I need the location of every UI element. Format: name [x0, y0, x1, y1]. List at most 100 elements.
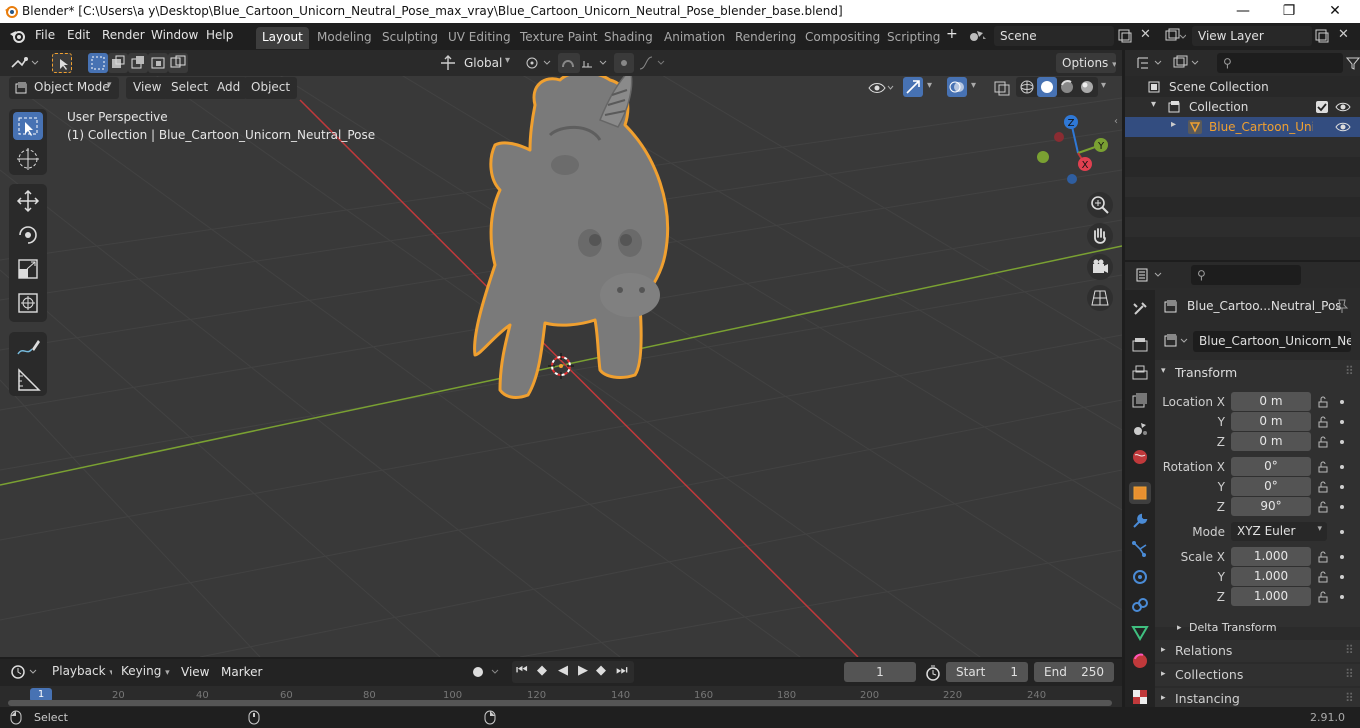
move-tool[interactable]	[13, 187, 43, 215]
object-data-browse-icon[interactable]	[1163, 333, 1193, 349]
tool-tab-icon[interactable]	[1129, 298, 1151, 320]
jump-end-icon[interactable]: ⏭	[616, 663, 628, 678]
xray-toggle-icon[interactable]	[993, 80, 1011, 96]
keyframe-dot-icon[interactable]	[1340, 505, 1344, 509]
output-tab-icon[interactable]	[1129, 362, 1151, 384]
lock-icon[interactable]	[1317, 416, 1329, 428]
unicorn-model[interactable]	[460, 65, 690, 405]
visibility-icon[interactable]	[868, 80, 894, 96]
minimize-button[interactable]: —	[1220, 0, 1266, 23]
keyframe-dot-icon[interactable]	[1340, 555, 1344, 559]
view-layer-field[interactable]: View Layer	[1192, 26, 1312, 46]
mode-extend-icon[interactable]	[108, 53, 128, 73]
particles-tab-icon[interactable]	[1129, 538, 1151, 560]
drag-handle-icon[interactable]: ⠿	[1345, 667, 1354, 681]
world-tab-icon[interactable]	[1129, 446, 1151, 468]
start-frame-field[interactable]: Start 1	[946, 662, 1028, 682]
scale-x-field[interactable]: 1.000	[1231, 547, 1311, 566]
lock-icon[interactable]	[1317, 436, 1329, 448]
timeline-editor-type-icon[interactable]	[10, 663, 40, 681]
tab-shading[interactable]: Shading	[598, 27, 659, 49]
blender-menu-icon[interactable]	[9, 28, 27, 44]
new-view-layer-icon[interactable]	[1314, 28, 1330, 44]
tab-layout[interactable]: Layout	[256, 27, 309, 49]
add-workspace-button[interactable]: +	[946, 26, 958, 42]
properties-editor-type-icon[interactable]	[1135, 267, 1165, 283]
sidebar-toggle-icon[interactable]: ‹	[1114, 116, 1118, 127]
gizmo-toggle-icon[interactable]	[903, 77, 923, 97]
tab-rendering[interactable]: Rendering	[729, 27, 802, 49]
overlay-toggle-icon[interactable]	[947, 77, 967, 97]
menu-render[interactable]: Render	[102, 28, 145, 42]
keyframe-dot-icon[interactable]	[1340, 485, 1344, 489]
camera-view-button[interactable]	[1087, 254, 1113, 280]
outliner-search-input[interactable]: ⚲	[1217, 53, 1343, 73]
mode-set-icon[interactable]	[88, 53, 108, 73]
transform-title[interactable]: Transform	[1175, 365, 1237, 380]
proportional-falloff-icon[interactable]	[638, 55, 668, 71]
keying-menu[interactable]: Keying ▾	[115, 661, 175, 681]
lock-icon[interactable]	[1317, 481, 1329, 493]
stopwatch-icon[interactable]	[924, 664, 942, 682]
rotation-x-field[interactable]: 0°	[1231, 457, 1311, 476]
pin-icon[interactable]	[1335, 298, 1349, 314]
playback-menu[interactable]: Playback ▾	[46, 661, 112, 681]
tab-sculpting[interactable]: Sculpting	[376, 27, 444, 49]
outliner-editor-type-icon[interactable]	[1135, 55, 1165, 71]
transform-tool[interactable]	[13, 289, 43, 317]
delta-expand-icon[interactable]: ▸	[1177, 623, 1182, 633]
properties-search-input[interactable]: ⚲	[1191, 265, 1301, 285]
scene-tab-icon[interactable]	[1129, 418, 1151, 440]
rotation-z-field[interactable]: 90°	[1231, 497, 1311, 516]
mode-invert-icon[interactable]	[148, 53, 168, 73]
rotate-tool[interactable]	[13, 221, 43, 249]
keyframe-dot-icon[interactable]	[1340, 595, 1344, 599]
delete-view-layer-icon[interactable]: ✕	[1338, 27, 1349, 42]
material-tab-icon[interactable]	[1129, 650, 1151, 672]
timeline-ruler[interactable]: 1 20 40 60 80 100 120 140 160 180 200 22…	[0, 686, 1122, 707]
object-data-name-field[interactable]: Blue_Cartoon_Unicorn_Neut...	[1193, 331, 1351, 352]
lock-icon[interactable]	[1317, 461, 1329, 473]
new-scene-icon[interactable]	[1117, 28, 1133, 44]
menu-object[interactable]: Object	[244, 77, 298, 99]
3d-viewport[interactable]: Global ▾ Options ▾ Object Mode ▾ View Se…	[0, 50, 1122, 657]
outliner-row-scene-collection[interactable]: Scene Collection	[1125, 77, 1360, 97]
overlay-dropdown-icon[interactable]: ▾	[971, 80, 976, 91]
menu-select[interactable]: Select	[164, 77, 216, 99]
gizmo-dropdown-icon[interactable]: ▾	[927, 80, 932, 91]
timeline-marker-menu[interactable]: Marker	[221, 665, 262, 679]
lock-icon[interactable]	[1317, 591, 1329, 603]
lock-icon[interactable]	[1317, 551, 1329, 563]
menu-file[interactable]: File	[35, 28, 55, 42]
transform-collapse-icon[interactable]: ▾	[1161, 366, 1166, 376]
wireframe-shading-icon[interactable]	[1019, 79, 1035, 95]
modifier-tab-icon[interactable]	[1129, 510, 1151, 532]
close-button[interactable]: ✕	[1312, 0, 1358, 23]
filter-icon[interactable]	[1346, 56, 1360, 70]
keyframe-dot-icon[interactable]	[1340, 465, 1344, 469]
drag-handle-icon[interactable]: ⠿	[1345, 364, 1354, 378]
menu-view[interactable]: View	[126, 77, 169, 99]
collections-panel[interactable]: ▸ Collections ⠿	[1155, 664, 1360, 686]
material-shading-icon[interactable]	[1059, 79, 1075, 95]
maximize-button[interactable]: ❐	[1266, 0, 1312, 23]
constraints-tab-icon[interactable]	[1129, 594, 1151, 616]
eye-icon[interactable]	[1335, 100, 1351, 114]
object-tab[interactable]	[1129, 482, 1151, 504]
lock-icon[interactable]	[1317, 571, 1329, 583]
mode-intersect-icon[interactable]	[168, 53, 188, 73]
keyframe-dot-icon[interactable]	[1340, 440, 1344, 444]
scale-y-field[interactable]: 1.000	[1231, 567, 1311, 586]
data-tab-icon[interactable]	[1129, 622, 1151, 644]
outliner-row-unicorn-object[interactable]: ▸ Blue_Cartoon_Unicor	[1125, 117, 1360, 137]
proportional-edit-icon[interactable]	[614, 53, 634, 73]
current-frame-field[interactable]: 1	[844, 662, 916, 682]
scene-browse-icon[interactable]	[968, 28, 988, 44]
keyframe-dot-icon[interactable]	[1340, 420, 1344, 424]
options-dropdown[interactable]: Options ▾	[1056, 53, 1116, 73]
zoom-button[interactable]	[1087, 192, 1113, 218]
play-icon[interactable]: ▶	[578, 663, 588, 678]
view-layer-tab-icon[interactable]	[1129, 390, 1151, 412]
play-reverse-icon[interactable]: ◀	[558, 663, 568, 678]
physics-tab-icon[interactable]	[1129, 566, 1151, 588]
